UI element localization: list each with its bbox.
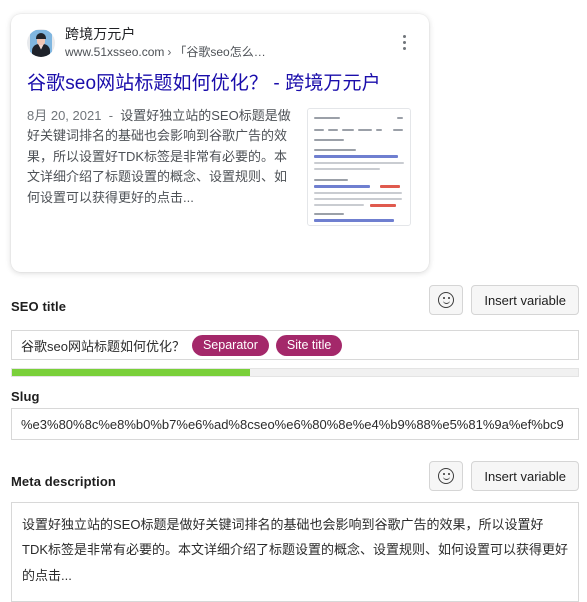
meta-description-actions: Insert variable [429,461,579,491]
snippet-dash: - [108,107,114,123]
seo-title-actions: Insert variable [429,285,579,315]
google-preview-card: 跨境万元户 www.51xsseo.com › 「谷歌seo怎么… 谷歌seo网站标… [11,14,429,272]
breadcrumb: www.51xsseo.com › 「谷歌seo怎么… [65,45,266,59]
smiley-icon [438,292,455,308]
seo-title-input[interactable]: 谷歌seo网站标题如何优化？ Separator Site title [11,330,579,360]
site-name: 跨境万元户 [65,26,136,42]
result-title-link[interactable]: 谷歌seo网站标题如何优化？ - 跨境万元户 [27,72,399,97]
smiley-icon [438,468,455,484]
site-meta: 跨境万元户 www.51xsseo.com › 「谷歌seo怎么… [65,26,266,59]
snippet-row: 8月 20, 2021 - 设置好独立站的SEO标题是做好关键词排名的基础也会影… [27,106,413,226]
slug-input[interactable]: %e3%80%8c%e8%b0%b7%e6%ad%8cseo%e6%80%8e%… [11,408,579,440]
pill-site-title[interactable]: Site title [275,334,343,356]
site-info-row: 跨境万元户 www.51xsseo.com › 「谷歌seo怎么… [27,26,413,59]
breadcrumb-domain: www.51xsseo.com [65,44,165,59]
seo-title-insert-variable-button[interactable]: Insert variable [471,285,579,315]
breadcrumb-separator-icon: › [167,44,172,59]
seo-title-emoji-button[interactable] [429,285,464,315]
slug-value: %e3%80%8c%e8%b0%b7%e6%ad%8cseo%e6%80%8e%… [21,416,564,432]
meta-description-insert-variable-button[interactable]: Insert variable [471,461,579,491]
search-results-thumbnail [307,107,411,226]
seo-title-value: 谷歌seo网站标题如何优化？ [21,338,185,354]
pill-separator[interactable]: Separator [191,334,269,356]
meta-description-value: 设置好独立站的SEO标题是做好关键词排名的基础也会影响到谷歌广告的效果，所以设置… [22,517,569,583]
breadcrumb-path: 「谷歌seo怎么… [174,44,266,59]
meta-description-emoji-button[interactable] [429,461,464,491]
meta-description-label: Meta description [11,474,116,489]
meta-description-textarea[interactable]: 设置好独立站的SEO标题是做好关键词排名的基础也会影响到谷歌广告的效果，所以设置… [11,502,579,602]
slug-label: Slug [11,389,40,404]
snippet-text: 8月 20, 2021 - 设置好独立站的SEO标题是做好关键词排名的基础也会影… [27,106,295,226]
seo-title-label: SEO title [11,299,67,314]
seo-title-length-progressbar [11,368,579,377]
progress-fill [12,369,250,376]
snippet-date: 8月 20, 2021 [27,107,102,123]
more-vert-icon[interactable] [395,32,413,52]
avatar [27,28,55,57]
